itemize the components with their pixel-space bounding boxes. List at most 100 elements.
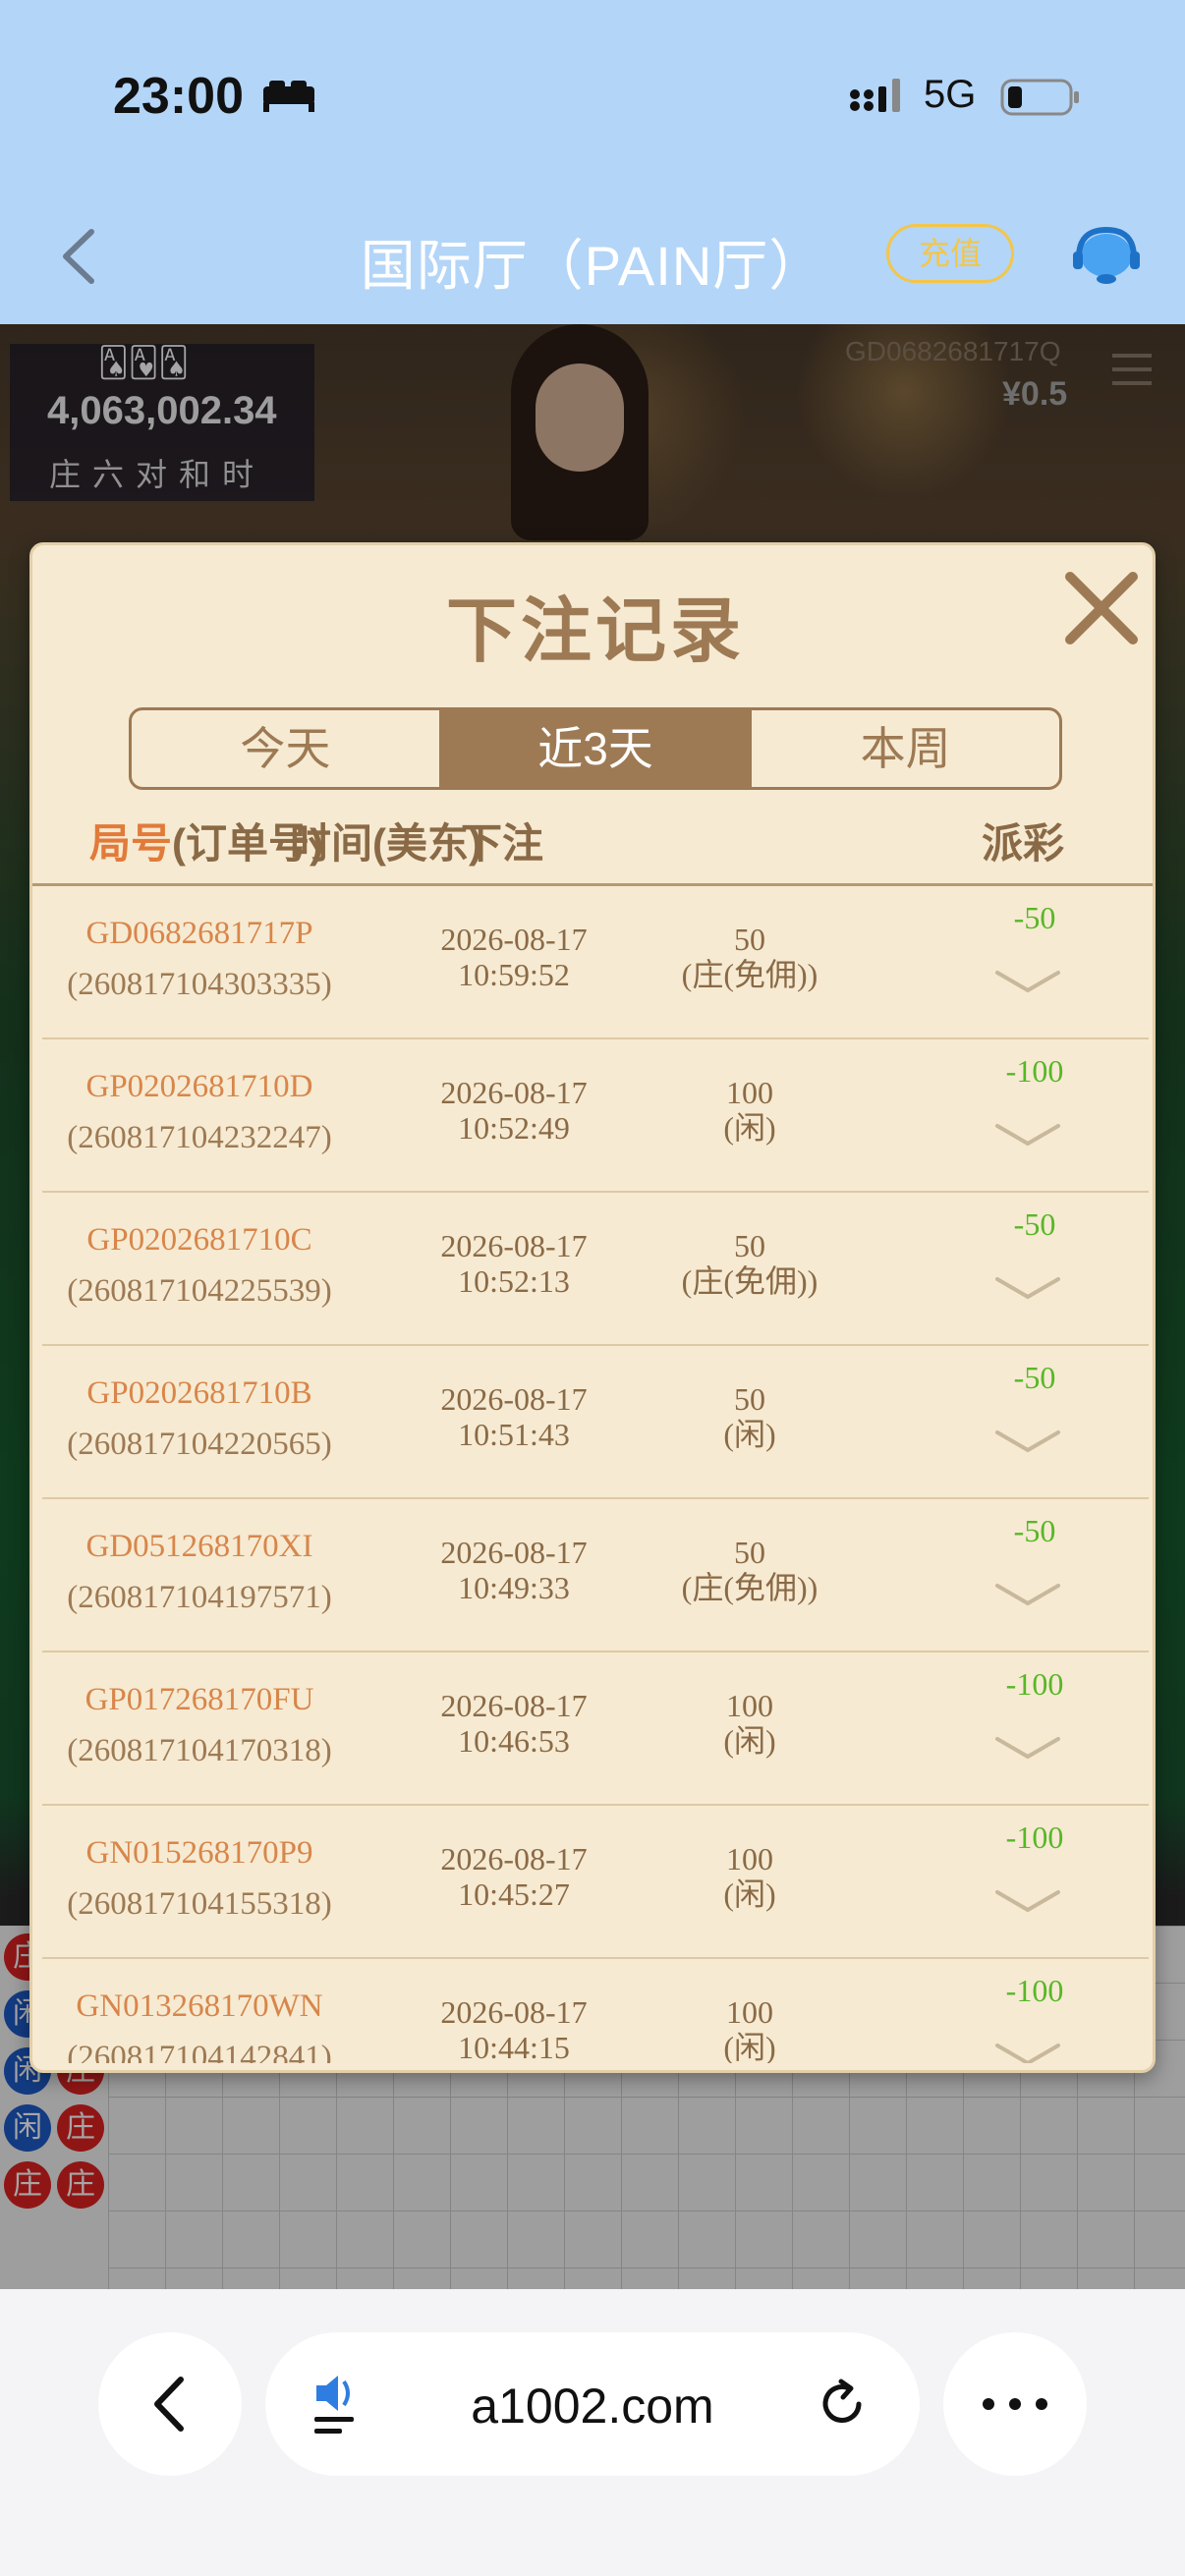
- order-number: (260817104232247): [67, 1120, 332, 1155]
- bet-record-row[interactable]: GD0682681717P (260817104303335) 2026-08-1…: [42, 886, 1149, 1039]
- round-number: GP0202681710C: [86, 1222, 312, 1258]
- status-bar: 23:00 5G: [0, 0, 1185, 187]
- payout-value: -100: [1005, 1820, 1064, 1855]
- browser-toolbar: a1002.com: [0, 2289, 1185, 2576]
- signal-icon: [850, 79, 900, 112]
- column-header-bet: 下注: [461, 820, 544, 867]
- bet-record-row[interactable]: GN013268170WN (260817104142841) 2026-08-1…: [42, 1959, 1149, 2063]
- bet-time: 10:49:33: [458, 1570, 570, 1605]
- ellipsis-icon: [983, 2398, 1047, 2410]
- bet-side: (闲): [723, 1417, 776, 1452]
- bet-date: 2026-08-17: [440, 1688, 588, 1723]
- bet-side: (庄(免佣)): [681, 1263, 818, 1299]
- back-arrow-icon: [154, 2377, 184, 2432]
- tab-this-week[interactable]: 本周: [749, 710, 1059, 787]
- payout-value: -50: [1013, 1360, 1056, 1395]
- bet-amount: 50: [734, 1381, 765, 1417]
- chevron-down-icon[interactable]: [993, 967, 1062, 996]
- battery-icon: [1000, 79, 1079, 116]
- round-number: GP017268170FU: [85, 1682, 314, 1717]
- network-type: 5G: [924, 73, 977, 116]
- order-number: (260817104170318): [67, 1733, 332, 1768]
- bet-time: 10:46:53: [458, 1723, 570, 1759]
- modal-title: 下注记录: [445, 592, 745, 671]
- order-number: (260817104197571): [67, 1580, 332, 1615]
- column-header-time: 时间(美东): [290, 820, 482, 867]
- bet-time: 10:52:13: [458, 1263, 570, 1299]
- bet-record-row[interactable]: GP0202681710C (260817104225539) 2026-08-1…: [42, 1193, 1149, 1346]
- chevron-down-icon[interactable]: [993, 1580, 1062, 1609]
- bet-date: 2026-08-17: [440, 1075, 588, 1110]
- bet-time: 10:51:43: [458, 1417, 570, 1452]
- chevron-down-icon[interactable]: [993, 1427, 1062, 1456]
- bet-amount: 100: [726, 1994, 773, 2030]
- bet-amount: 100: [726, 1688, 773, 1723]
- bet-record-modal: 下注记录 今天 近3天 本周 局号(订单号) 时间(美东) 下注 派彩 GD06…: [29, 542, 1156, 2073]
- bet-side: (庄(免佣)): [681, 957, 818, 992]
- chevron-down-icon[interactable]: [993, 1120, 1062, 1149]
- round-number: GN015268170P9: [85, 1835, 313, 1871]
- order-number: (260817104303335): [67, 967, 332, 1002]
- payout-value: -50: [1013, 1206, 1056, 1242]
- bet-date: 2026-08-17: [440, 1841, 588, 1876]
- column-header-order: 局号(订单号): [89, 820, 323, 867]
- browser-back-button[interactable]: [98, 2332, 242, 2476]
- round-number: GN013268170WN: [76, 1988, 323, 2024]
- bet-date: 2026-08-17: [440, 1994, 588, 2030]
- bet-side: (闲): [723, 1110, 776, 1146]
- tab-today[interactable]: 今天: [132, 710, 439, 787]
- order-number: (260817104225539): [67, 1273, 332, 1309]
- order-number: (260817104155318): [67, 1886, 332, 1922]
- payout-value: -100: [1005, 1973, 1064, 2008]
- order-number: (260817104142841): [67, 2040, 332, 2063]
- bet-amount: 50: [734, 1535, 765, 1570]
- bet-date: 2026-08-17: [440, 1381, 588, 1417]
- bet-amount: 50: [734, 1228, 765, 1263]
- chevron-down-icon[interactable]: [993, 2040, 1062, 2063]
- bet-side: (闲): [723, 2030, 776, 2063]
- order-number: (260817104220565): [67, 1427, 332, 1462]
- round-number: GP0202681710D: [85, 1069, 313, 1104]
- payout-value: -100: [1005, 1053, 1064, 1089]
- bet-record-row[interactable]: GP0202681710B (260817104220565) 2026-08-1…: [42, 1346, 1149, 1499]
- bet-amount: 50: [734, 922, 765, 957]
- bet-date: 2026-08-17: [440, 922, 588, 957]
- date-range-tabs: 今天 近3天 本周: [129, 707, 1062, 790]
- bet-record-row[interactable]: GD051268170XI (260817104197571) 2026-08-1…: [42, 1499, 1149, 1652]
- bet-side: (闲): [723, 1876, 776, 1912]
- bet-side: (庄(免佣)): [681, 1570, 818, 1605]
- bet-side: (闲): [723, 1723, 776, 1759]
- round-number: GD051268170XI: [85, 1529, 313, 1564]
- bet-time: 10:52:49: [458, 1110, 570, 1146]
- customer-service-icon[interactable]: [1071, 222, 1142, 291]
- recharge-button[interactable]: 充值: [886, 224, 1014, 283]
- chevron-down-icon[interactable]: [993, 1273, 1062, 1303]
- chevron-down-icon[interactable]: [993, 1886, 1062, 1916]
- payout-value: -50: [1013, 1513, 1056, 1548]
- round-number: GP0202681710B: [86, 1375, 312, 1411]
- close-icon[interactable]: [1060, 567, 1143, 649]
- payout-value: -100: [1005, 1666, 1064, 1702]
- bet-record-row[interactable]: GP0202681710D (260817104232247) 2026-08-1…: [42, 1039, 1149, 1193]
- app-header: 国际厅（PAIN厅） 充值: [0, 187, 1185, 324]
- bet-time: 10:45:27: [458, 1876, 570, 1912]
- bet-date: 2026-08-17: [440, 1535, 588, 1570]
- round-number: GD0682681717P: [85, 916, 313, 951]
- address-bar[interactable]: a1002.com: [265, 2332, 920, 2476]
- bet-amount: 100: [726, 1841, 773, 1876]
- bet-time: 10:44:15: [458, 2030, 570, 2063]
- chevron-down-icon[interactable]: [993, 1733, 1062, 1763]
- bet-amount: 100: [726, 1075, 773, 1110]
- bet-record-row[interactable]: GP017268170FU (260817104170318) 2026-08-1…: [42, 1652, 1149, 1806]
- bet-date: 2026-08-17: [440, 1228, 588, 1263]
- clock-time: 23:00: [113, 68, 244, 125]
- more-options-button[interactable]: [943, 2332, 1087, 2476]
- sleep-focus-icon: [263, 81, 314, 112]
- tab-last-3-days[interactable]: 近3天: [438, 710, 750, 787]
- bet-record-list: GD0682681717P (260817104303335) 2026-08-1…: [32, 886, 1153, 2063]
- bet-time: 10:59:52: [458, 957, 570, 992]
- column-header-payout: 派彩: [982, 820, 1065, 867]
- bet-record-row[interactable]: GN015268170P9 (260817104155318) 2026-08-1…: [42, 1806, 1149, 1959]
- payout-value: -50: [1013, 900, 1056, 935]
- reload-icon[interactable]: [816, 2378, 869, 2431]
